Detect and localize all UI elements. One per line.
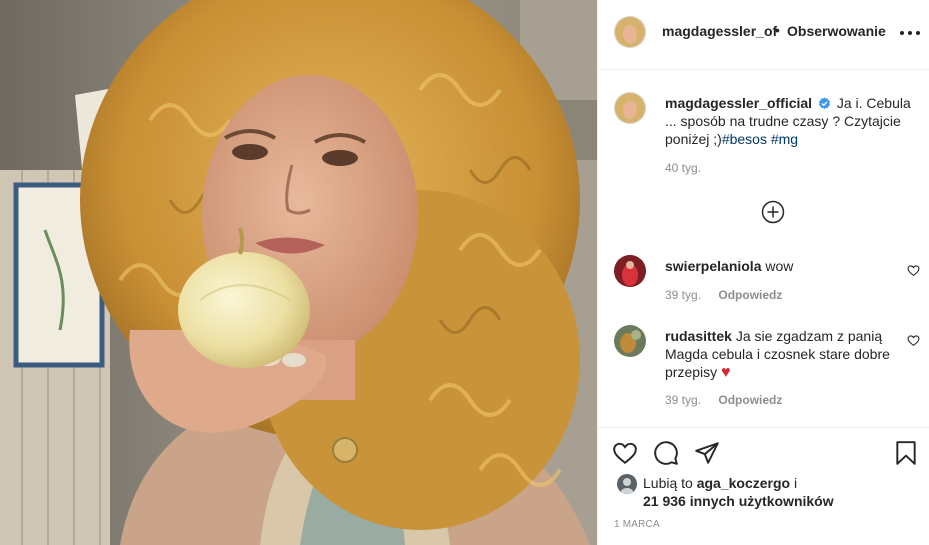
avatar-image [614, 16, 646, 48]
hashtag-link[interactable]: #mg [771, 131, 798, 147]
comment-timestamp[interactable]: 39 tyg. [665, 288, 701, 302]
post-date[interactable]: 1 MARCA [614, 519, 660, 530]
likes-conjunction: i [793, 475, 798, 491]
comment-bubble-icon[interactable] [653, 440, 679, 466]
comment-meta: 39 tyg. Odpowiedz [665, 393, 782, 407]
photo-illustration [0, 0, 597, 545]
post-photo[interactable] [0, 0, 597, 545]
save-bookmark-icon[interactable] [893, 440, 919, 466]
reply-button[interactable]: Odpowiedz [718, 393, 782, 407]
verified-badge-icon [818, 97, 831, 110]
likes-others-count[interactable]: 21 936 innych użytkowników [643, 492, 834, 510]
comment-username[interactable]: rudasittek [665, 328, 732, 344]
avatar-image [614, 255, 646, 287]
header-separator: • [775, 22, 780, 38]
avatar-image [617, 474, 637, 494]
caption-timestamp[interactable]: 40 tyg. [665, 161, 701, 175]
post-side-panel: magdagessler_of • Obserwowanie magdagess… [597, 0, 929, 545]
post-actions-section: Lubią to aga_koczergo i 21 936 innych uż… [598, 427, 929, 545]
likes-line: Lubią to aga_koczergo i [643, 474, 797, 492]
comment-text-block: rudasittek Ja sie zgadzam z panią Magda … [665, 327, 895, 382]
hashtag-link[interactable]: #besos [722, 131, 767, 147]
comment-meta: 39 tyg. Odpowiedz [665, 288, 782, 302]
like-comment-heart-icon[interactable] [907, 264, 920, 277]
red-heart-emoji: ♥ [721, 364, 731, 381]
follow-status-button[interactable]: Obserwowanie [787, 23, 886, 39]
caption-text-block: magdagessler_official Ja i. Cebula ... s… [665, 94, 925, 148]
header-username[interactable]: magdagessler_of [662, 23, 777, 39]
comment-timestamp[interactable]: 39 tyg. [665, 393, 701, 407]
comment-text-block: swierpelaniola wow [665, 257, 895, 275]
more-options-icon[interactable] [898, 28, 922, 38]
commenter-avatar[interactable] [614, 325, 646, 357]
like-heart-icon[interactable] [612, 440, 638, 466]
comment-username[interactable]: swierpelaniola [665, 258, 761, 274]
load-more-comments-icon[interactable] [761, 200, 785, 224]
comment-body: wow [765, 258, 794, 274]
reply-button[interactable]: Odpowiedz [718, 288, 782, 302]
share-paper-plane-icon[interactable] [694, 440, 720, 466]
liker-avatar[interactable] [617, 474, 637, 494]
post-header: magdagessler_of • Obserwowanie [598, 0, 929, 70]
caption-avatar[interactable] [614, 92, 646, 124]
liker-username[interactable]: aga_koczergo [697, 475, 790, 491]
likes-prefix: Lubią to [643, 475, 693, 491]
avatar-image [614, 92, 646, 124]
commenter-avatar[interactable] [614, 255, 646, 287]
author-avatar[interactable] [614, 16, 646, 48]
caption-username[interactable]: magdagessler_official [665, 95, 812, 111]
avatar-image [614, 325, 646, 357]
like-comment-heart-icon[interactable] [907, 334, 920, 347]
